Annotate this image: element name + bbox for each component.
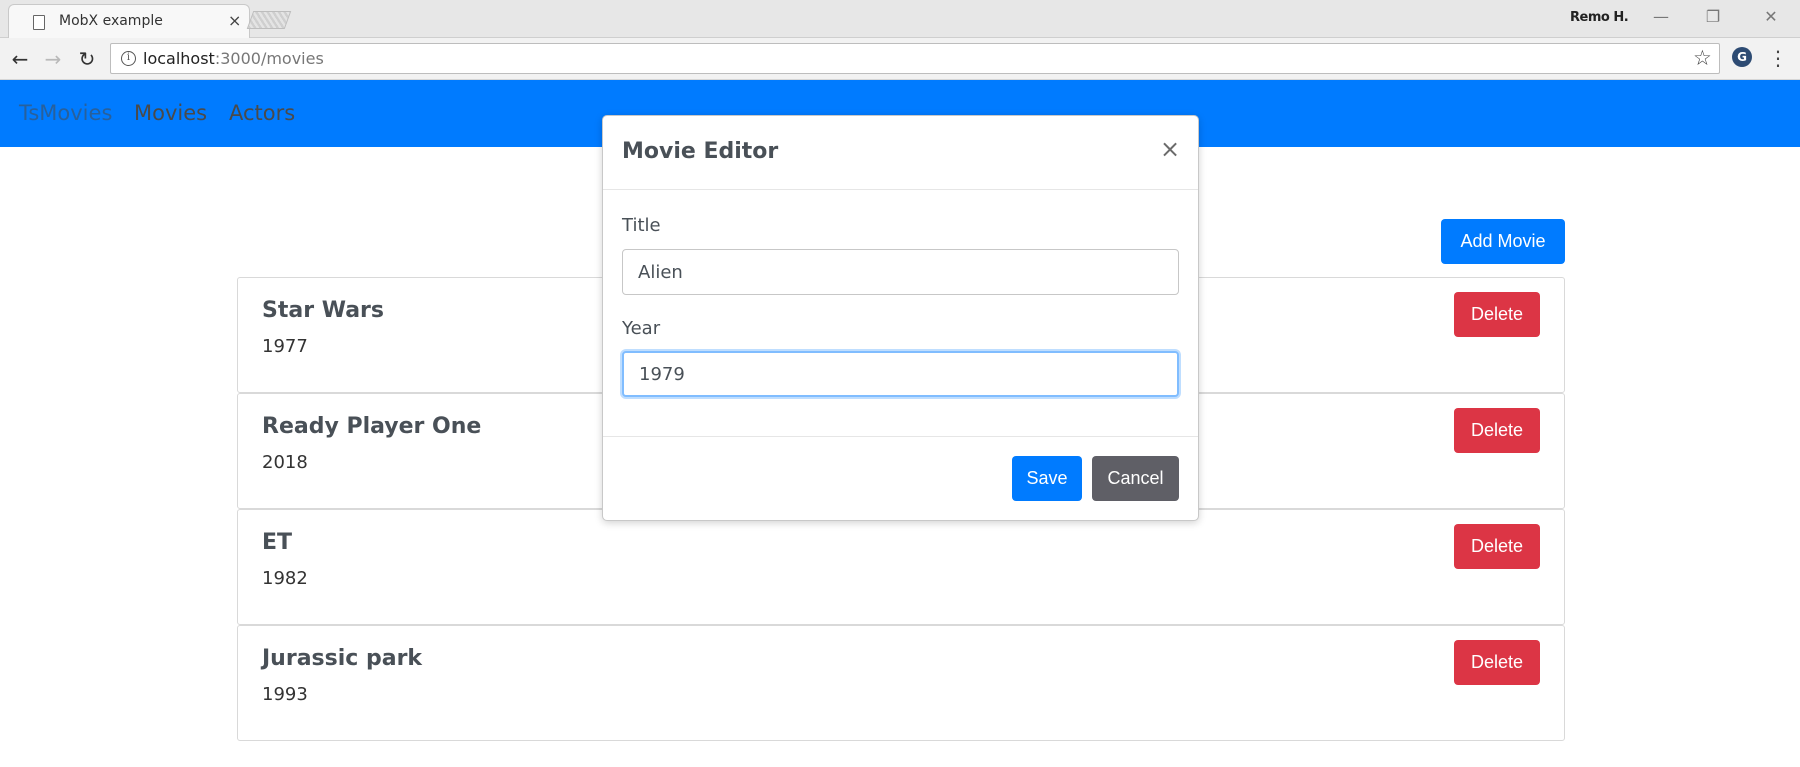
new-tab-button[interactable] [246,11,292,29]
movie-year: 1977 [262,336,308,357]
movie-year: 1982 [262,568,308,589]
movie-title: Jurassic park [262,646,423,671]
tab-close-icon[interactable]: × [228,11,241,30]
cancel-button[interactable]: Cancel [1092,456,1179,501]
delete-button[interactable]: Delete [1454,408,1540,453]
extension-icon[interactable]: G [1732,47,1752,67]
info-icon[interactable]: i [121,51,136,66]
title-label: Title [622,215,661,236]
url-path: :3000/movies [214,49,324,68]
modal-close-icon[interactable]: × [1160,135,1180,163]
movie-card: ET 1982 Delete [237,509,1565,625]
url-text: localhost:3000/movies [143,49,324,68]
minimize-icon[interactable]: — [1648,6,1674,28]
modal-footer: Save Cancel [603,436,1198,522]
modal-header: Movie Editor × [603,116,1198,190]
tab-title: MobX example [59,13,163,29]
movie-year: 2018 [262,452,308,473]
browser-toolbar: ← → ↻ i localhost:3000/movies ☆ G ⋮ [0,38,1800,80]
browser-tab[interactable]: MobX example × [8,4,250,38]
movie-title: ET [262,530,293,555]
bookmark-star-icon[interactable]: ☆ [1693,46,1712,70]
title-input[interactable] [622,249,1179,295]
browser-menu-icon[interactable]: ⋮ [1768,45,1788,71]
save-button[interactable]: Save [1012,456,1082,501]
year-label: Year [622,318,661,339]
movie-title: Ready Player One [262,414,482,439]
movie-card: Jurassic park 1993 Delete [237,625,1565,741]
delete-button[interactable]: Delete [1454,524,1540,569]
window-close-icon[interactable]: ✕ [1758,6,1784,28]
profile-name[interactable]: Remo H. [1570,10,1629,25]
modal-title: Movie Editor [622,139,779,164]
delete-button[interactable]: Delete [1454,292,1540,337]
page-icon [33,15,45,30]
browser-titlebar: MobX example × Remo H. — ❐ ✕ [0,0,1800,38]
forward-icon[interactable]: → [40,46,66,72]
reload-icon[interactable]: ↻ [74,46,100,72]
year-input[interactable] [622,351,1179,397]
url-host: localhost [143,49,215,68]
delete-button[interactable]: Delete [1454,640,1540,685]
movie-year: 1993 [262,684,308,705]
movie-title: Star Wars [262,298,384,323]
back-icon[interactable]: ← [7,46,33,72]
movie-editor-modal: Movie Editor × Title Year Save Cancel [602,115,1199,521]
address-bar[interactable]: i localhost:3000/movies ☆ [110,43,1720,74]
restore-icon[interactable]: ❐ [1700,6,1726,28]
add-movie-button[interactable]: Add Movie [1441,219,1565,264]
